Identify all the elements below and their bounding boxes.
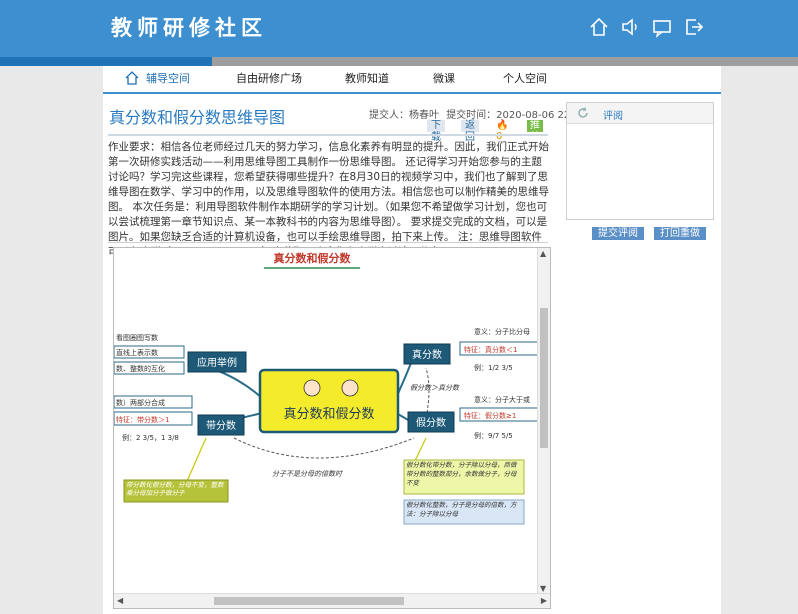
sound-icon[interactable] [619, 16, 641, 38]
refresh-icon[interactable] [577, 107, 589, 119]
note-green: 带分数化假分数，分母不变，整数乘分母加分子做分子 [123, 479, 229, 503]
mindmap-image: 真分数和假分数 真分数和假分数 应用举例 带分数 真分数 假分数 看图圈图写数 [114, 251, 538, 525]
nav-item-plaza[interactable]: 自由研修广场 [236, 66, 302, 92]
post-title: 真分数和假分数思维导图 [109, 108, 286, 127]
mindmap-viewer[interactable]: 真分数和假分数 真分数和假分数 应用举例 带分数 真分数 假分数 看图圈图写数 [113, 247, 551, 609]
scroll-left-icon[interactable]: ◀ [117, 596, 123, 605]
download-button[interactable]: 下载 [427, 120, 445, 143]
horizontal-scrollbar[interactable]: ◀ ▶ [114, 593, 550, 608]
scroll-down-icon[interactable]: ▼ [540, 584, 546, 593]
comment-panel: 评阅 [566, 102, 714, 220]
mindmap-title: 真分数和假分数 [274, 251, 352, 265]
improper-line: 例：9/7 5/5 [474, 431, 513, 440]
reject-button[interactable]: 打回重做 [654, 227, 706, 240]
nav-item-personal[interactable]: 个人空间 [503, 66, 547, 92]
node-application-label: 应用举例 [197, 356, 237, 369]
nav-home-icon [125, 71, 139, 85]
vertical-scrollbar[interactable]: ▲ ▼ [537, 248, 550, 594]
title-divider [108, 134, 548, 136]
application-branch: 看图圈图写数 直线上表示数 数、整数的互化 [114, 333, 185, 375]
scroll-up-icon[interactable]: ▲ [540, 249, 546, 258]
mixed-line: 例：2 3/5，1 3/8 [122, 433, 179, 442]
body-divider [108, 242, 548, 243]
link-label: 分子不是分母的倍数时 [272, 470, 343, 478]
main-nav: 辅导空间 自由研修广场 教师知道 微课 个人空间 [103, 66, 721, 94]
comment-header: 评阅 [567, 103, 713, 124]
nav-item-knowledge[interactable]: 教师知道 [345, 66, 389, 92]
application-line: 直线上表示数 [116, 348, 158, 357]
mixed-line: 数）两部分合成 [116, 398, 165, 407]
submit-review-button[interactable]: 提交评阅 [592, 227, 644, 240]
note-yellow: 假分数化带分数，分子除以分母，商做带分数的整数部分，余数做分子，分母不变 [403, 459, 525, 495]
mixed-line: 特征：带分数＞1 [116, 415, 169, 424]
note-blue-text: 假分数化整数，分子是分母的倍数，方法：分子除以分母 [406, 501, 517, 518]
note-blue: 假分数化整数，分子是分母的倍数，方法：分子除以分母 [403, 499, 525, 525]
proper-line: 特征：真分数＜1 [464, 345, 517, 354]
note-yellow-text: 假分数化带分数，分子除以分母，商做带分数的整数部分，余数做分子，分母不变 [406, 461, 517, 487]
nav-item-tutoring[interactable]: 辅导空间 [146, 66, 190, 92]
note-green-text: 带分数化假分数，分母不变，整数乘分母加分子做分子 [126, 481, 224, 497]
improper-branch: 意义：分子大于或 特征：假分数≥1 例：9/7 5/5 [459, 395, 538, 440]
proper-line: 例：1/2 3/5 [474, 363, 513, 372]
improper-line: 特征：假分数≥1 [464, 411, 516, 420]
application-line: 数、整数的互化 [116, 364, 165, 373]
application-line: 看图圈图写数 [116, 333, 158, 342]
comment-input[interactable] [568, 125, 712, 217]
proper-line: 意义：分子比分母 [474, 327, 530, 336]
message-icon[interactable] [651, 16, 673, 38]
mixed-branch: 数）两部分合成 特征：带分数＞1 例：2 3/5，1 3/8 [114, 395, 193, 442]
header-bar: 教师研修社区 [0, 0, 798, 57]
mindmap-center-node [258, 368, 400, 434]
comment-label: 评阅 [603, 111, 623, 122]
mindmap-center-label: 真分数和假分数 [283, 407, 374, 422]
sub-bar [0, 57, 798, 66]
improper-line: 意义：分子大于或 [474, 395, 530, 404]
fire-icon: 🔥 [496, 120, 509, 131]
proper-branch: 意义：分子比分母 特征：真分数＜1 例：1/2 3/5 [459, 327, 538, 372]
home-icon[interactable] [588, 16, 610, 38]
node-proper-label: 真分数 [412, 348, 442, 361]
vertical-scroll-thumb[interactable] [540, 308, 548, 448]
link-label: 假分数＞真分数 [410, 384, 460, 392]
scroll-right-icon[interactable]: ▶ [541, 596, 547, 605]
nav-item-microcourse[interactable]: 微课 [433, 66, 455, 92]
sub-bar-accent [0, 57, 212, 66]
horizontal-scroll-thumb[interactable] [214, 597, 404, 605]
like-button[interactable]: 🔥0 [496, 120, 508, 142]
back-button[interactable]: 返回 [461, 120, 479, 143]
node-mixed-label: 带分数 [206, 419, 236, 432]
post-meta: 提交人：杨春叶 提交时间：2020-08-06 22:00 [365, 106, 586, 121]
recommend-button[interactable]: 推荐 [527, 120, 543, 143]
brand-title: 教师研修社区 [111, 15, 267, 40]
logout-icon[interactable] [683, 16, 705, 38]
node-improper-label: 假分数 [416, 416, 446, 429]
